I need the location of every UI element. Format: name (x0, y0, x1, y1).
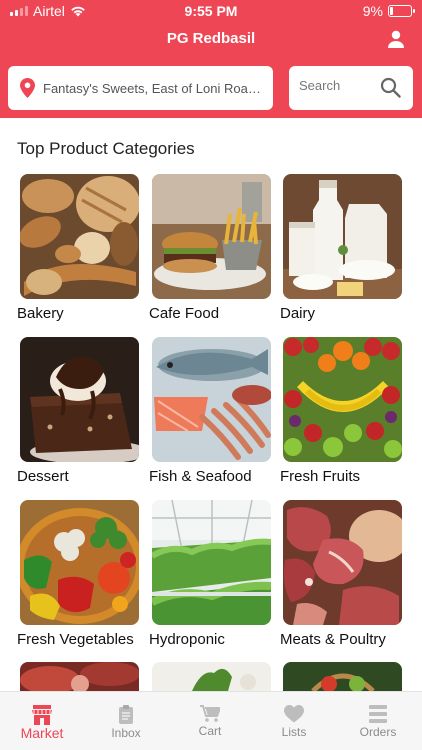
fish-seafood-image (152, 337, 271, 462)
category-image-partial (20, 662, 139, 691)
fresh-fruits-image (283, 337, 402, 462)
category-tile-hydroponic[interactable]: Hydroponic (149, 500, 271, 648)
category-tile-fresh-vegetables[interactable]: Fresh Vegetables (17, 500, 139, 648)
tab-label: Inbox (111, 726, 141, 740)
category-tile-partial-3[interactable] (283, 662, 402, 691)
category-tile-dessert[interactable]: Dessert (17, 337, 139, 485)
dessert-image (20, 337, 139, 462)
meats-poultry-image (283, 500, 402, 625)
tab-label: Cart (198, 724, 222, 738)
dairy-image (283, 174, 402, 299)
inbox-clipboard-icon (119, 705, 133, 724)
tab-lists[interactable]: Lists (252, 692, 336, 750)
market-store-icon (32, 705, 52, 725)
category-tile-meats-poultry[interactable]: Meats & Poultry (280, 500, 402, 648)
category-tile-dairy[interactable]: Dairy (280, 174, 402, 322)
category-image-partial (283, 662, 402, 691)
category-tile-cafe-food[interactable]: Cafe Food (149, 174, 271, 322)
bakery-image (20, 174, 139, 299)
category-tile-partial-1[interactable] (20, 662, 139, 691)
category-image-partial (152, 662, 271, 691)
fresh-vegetables-image (20, 500, 139, 625)
category-tile-fish-seafood[interactable]: Fish & Seafood (149, 337, 271, 485)
tab-label: Orders (359, 725, 397, 739)
category-label: Bakery (17, 305, 64, 322)
tab-inbox[interactable]: Inbox (84, 692, 168, 750)
category-label: Fish & Seafood (149, 468, 252, 485)
category-label: Fresh Fruits (280, 468, 361, 485)
bottom-tab-bar: Market Inbox Cart Lists Orders (0, 691, 422, 750)
category-label: Fresh Vegetables (17, 631, 134, 648)
category-tile-partial-2[interactable] (152, 662, 271, 691)
cart-icon (200, 705, 220, 722)
orders-list-icon (369, 705, 387, 723)
tab-market[interactable]: Market (0, 692, 84, 750)
tab-label: Lists (281, 725, 307, 739)
hydroponic-image (152, 500, 271, 625)
category-label: Hydroponic (149, 631, 225, 648)
heart-icon (284, 705, 304, 723)
tab-cart[interactable]: Cart (168, 692, 252, 750)
tab-label: Market (20, 725, 64, 741)
category-tile-fresh-fruits[interactable]: Fresh Fruits (280, 337, 402, 485)
market-screen: Airtel 9:55 PM 9% PG Redbasil Fantasy's … (0, 0, 422, 750)
category-label: Dairy (280, 305, 316, 322)
category-grid: Bakery Cafe Food Dairy Dessert Fish & Se… (0, 0, 422, 750)
category-label: Meats & Poultry (280, 631, 386, 648)
tab-orders[interactable]: Orders (336, 692, 420, 750)
category-label: Dessert (17, 468, 69, 485)
category-tile-bakery[interactable]: Bakery (17, 174, 139, 322)
category-label: Cafe Food (149, 305, 220, 322)
cafe-food-image (152, 174, 271, 299)
